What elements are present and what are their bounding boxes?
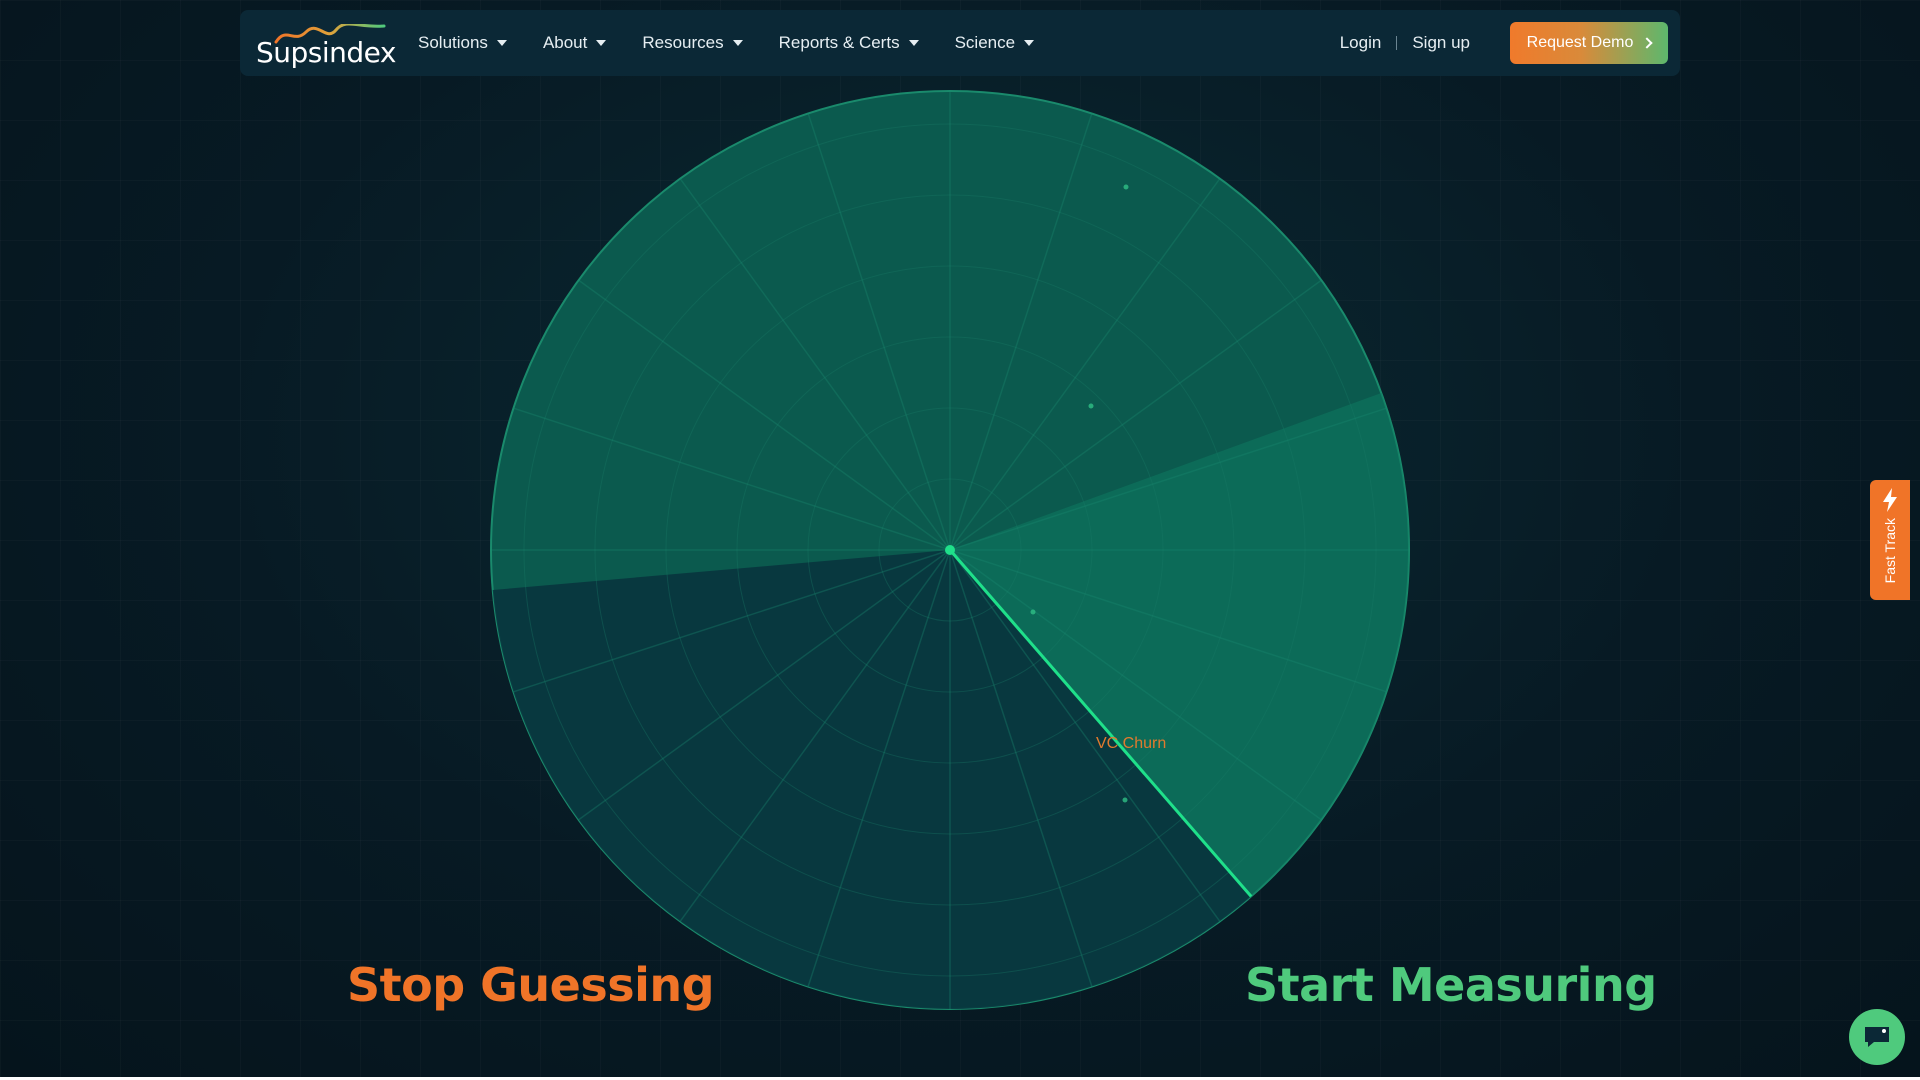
lightning-icon [1883, 488, 1897, 512]
radar-blip [1088, 403, 1094, 409]
radar-center-dot [945, 545, 955, 555]
fast-track-tab[interactable]: Fast Track [1870, 480, 1910, 600]
radar-blip [1030, 609, 1036, 615]
chat-button[interactable] [1849, 1009, 1905, 1065]
radar-blip [1122, 797, 1128, 803]
fast-track-label: Fast Track [1882, 518, 1898, 584]
radar-label: VC Churn [1096, 735, 1166, 752]
chat-icon [1865, 1027, 1889, 1047]
headline-right: Start Measuring [1245, 958, 1657, 1012]
headline-left: Stop Guessing [347, 958, 715, 1012]
radar-blip [1123, 184, 1129, 190]
radar-graphic: VC Churn [490, 90, 1410, 1010]
